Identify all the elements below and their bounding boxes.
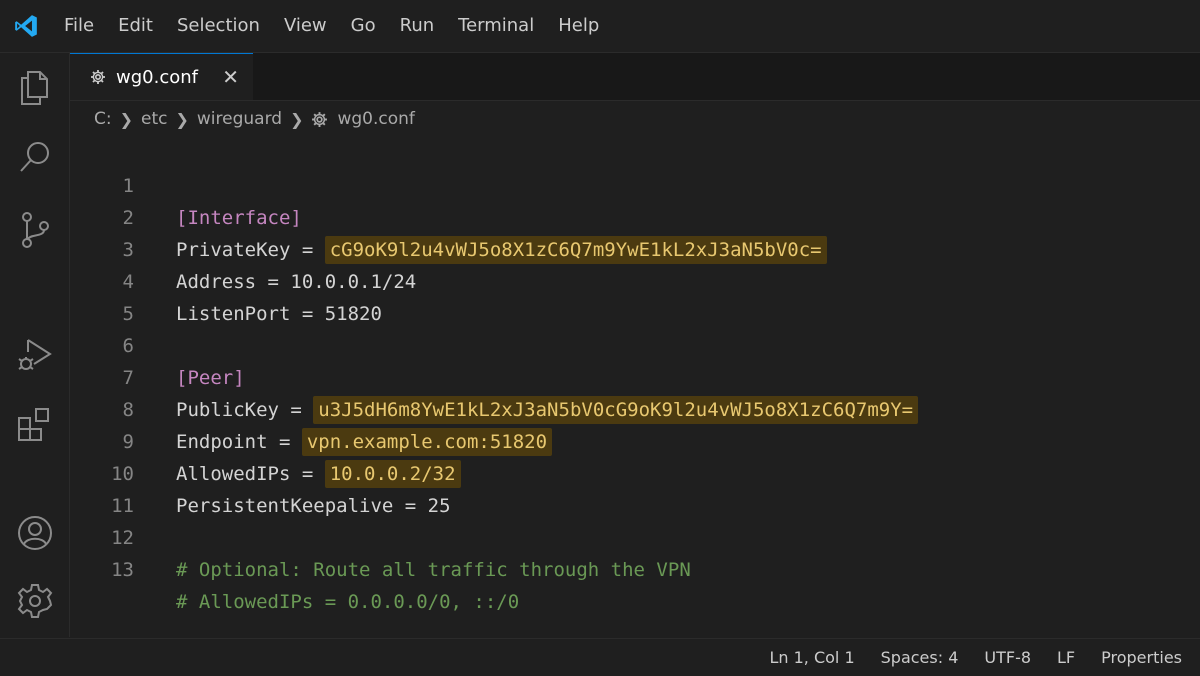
explorer-icon[interactable]	[15, 68, 55, 108]
tab-bar: wg0.conf ✕	[70, 53, 1200, 101]
menu-selection[interactable]: Selection	[165, 0, 272, 52]
code-line[interactable]: 12 # Optional: Route all traffic through…	[70, 490, 1200, 581]
menu-file[interactable]: File	[52, 0, 106, 52]
status-bar: Ln 1, Col 1 Spaces: 4 UTF-8 LF Propertie…	[0, 638, 1200, 676]
menu-go[interactable]: Go	[339, 0, 388, 52]
manage-gear-icon[interactable]	[15, 581, 55, 621]
account-icon[interactable]	[15, 513, 55, 553]
code-line[interactable]: 1 [Interface]	[70, 138, 1200, 229]
tab-label: wg0.conf	[116, 66, 198, 88]
run-debug-icon[interactable]	[15, 334, 55, 374]
code-line[interactable]: 4 ListenPort = 51820	[70, 234, 1200, 325]
settings-file-icon	[311, 111, 328, 128]
breadcrumb-drive[interactable]: C:	[94, 109, 112, 129]
code-editor[interactable]: 1 [Interface] 2 PrivateKey = cG9oK9l2u4v…	[70, 138, 1200, 618]
breadcrumb-file[interactable]: wg0.conf	[337, 109, 414, 129]
status-line-ending[interactable]: LF	[1044, 648, 1088, 667]
code-line[interactable]: 2 PrivateKey = cG9oK9l2u4vWJ5o8X1zC6Q7m9…	[70, 170, 1200, 264]
tab-wg0-conf[interactable]: wg0.conf ✕	[70, 53, 253, 100]
code-line[interactable]: 5	[70, 266, 1200, 325]
code-line[interactable]: 13 # AllowedIPs = 0.0.0.0/0, ::/0	[70, 522, 1200, 613]
settings-file-icon	[90, 69, 106, 85]
status-language-mode[interactable]: Properties	[1088, 648, 1200, 667]
status-cursor-position[interactable]: Ln 1, Col 1	[756, 648, 867, 667]
close-icon[interactable]: ✕	[222, 67, 239, 87]
chevron-right-icon: ❯	[290, 109, 304, 129]
menu-terminal[interactable]: Terminal	[446, 0, 546, 52]
menu-bar: File Edit Selection View Go Run Terminal…	[0, 0, 1200, 53]
extensions-icon[interactable]	[15, 405, 55, 445]
code-comment: # AllowedIPs = 0.0.0.0/0, ::/0	[176, 591, 520, 613]
status-indentation[interactable]: Spaces: 4	[868, 648, 972, 667]
breadcrumb-wireguard[interactable]: wireguard	[197, 109, 282, 129]
search-icon[interactable]	[15, 137, 55, 177]
code-line[interactable]: 11	[70, 458, 1200, 517]
chevron-right-icon: ❯	[175, 109, 189, 129]
breadcrumb-etc[interactable]: etc	[141, 109, 167, 129]
menu-edit[interactable]: Edit	[106, 0, 165, 52]
vscode-logo-icon[interactable]	[0, 0, 52, 52]
line-number: 13	[111, 559, 134, 581]
breadcrumb: C: ❯ etc ❯ wireguard ❯ wg0.conf	[94, 106, 415, 132]
code-line[interactable]: 9 AllowedIPs = 10.0.0.2/32	[70, 394, 1200, 488]
status-encoding[interactable]: UTF-8	[971, 648, 1044, 667]
code-line[interactable]: 3 Address = 10.0.0.1/24	[70, 202, 1200, 293]
code-line[interactable]: 6 [Peer]	[70, 298, 1200, 389]
code-line[interactable]: 8 Endpoint = vpn.example.com:51820	[70, 362, 1200, 456]
chevron-right-icon: ❯	[119, 109, 134, 129]
code-line[interactable]: 7 PublicKey = u3J5dH6m8YwE1kL2xJ3aN5bV0c…	[70, 330, 1200, 424]
menu-view[interactable]: View	[272, 0, 339, 52]
code-line[interactable]: 10 PersistentKeepalive = 25	[70, 426, 1200, 517]
activity-bar	[0, 53, 70, 637]
code-comment: # Optional: Route all traffic through th…	[176, 559, 691, 581]
source-control-icon[interactable]	[15, 210, 55, 250]
menu-help[interactable]: Help	[546, 0, 611, 52]
menu-run[interactable]: Run	[388, 0, 447, 52]
